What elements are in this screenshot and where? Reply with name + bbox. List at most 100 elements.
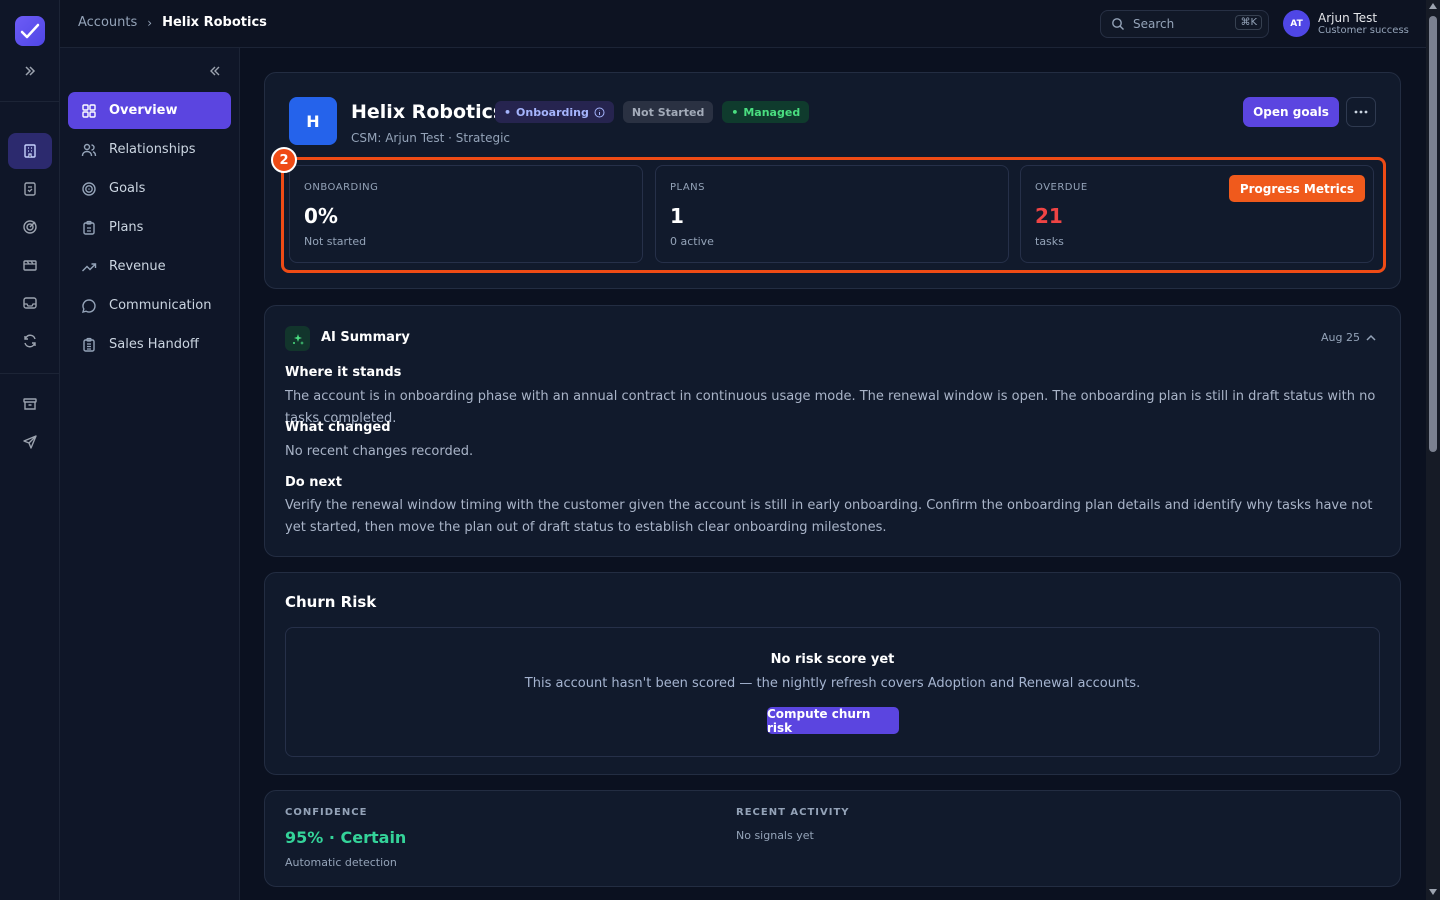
metric-plans: PLANS 1 0 active [655, 165, 1009, 263]
sidebar-item-plans[interactable]: Plans [68, 209, 231, 246]
scrollbar-thumb[interactable] [1429, 16, 1437, 452]
compute-churn-risk-button[interactable]: Compute churn risk [767, 707, 899, 735]
search-icon [1111, 17, 1125, 31]
account-avatar: H [289, 97, 337, 145]
stage-badge[interactable]: • Onboarding [495, 101, 614, 123]
trend-icon [81, 259, 97, 275]
sidebar-item-sales-handoff[interactable]: Sales Handoff [68, 326, 231, 363]
stage-badge-label: Onboarding [516, 105, 589, 119]
sidebar-item-label: Plans [109, 220, 144, 235]
metric-overdue: OVERDUE 21 tasks Progress Metrics [1020, 165, 1374, 263]
users-icon [81, 142, 97, 158]
sidebar: Overview Relationships Goals Plans Reven… [60, 48, 240, 900]
sidebar-item-label: Goals [109, 181, 146, 196]
account-header-card: H Helix Robotics • Onboarding Not Starte… [264, 72, 1401, 289]
ai-summary-date: Aug 25 [1321, 331, 1360, 344]
section-heading: Do next [285, 475, 342, 490]
breadcrumb-separator-icon: › [147, 15, 153, 30]
empty-state-title: No risk score yet [770, 652, 895, 667]
metric-value: 1 [670, 204, 684, 228]
search-shortcut: ⌘K [1235, 15, 1262, 30]
open-goals-button[interactable]: Open goals [1243, 97, 1339, 127]
empty-state-text: This account hasn't been scored — the ni… [524, 676, 1141, 691]
recent-activity-label: RECENT ACTIVITY [736, 807, 850, 818]
sparkles-icon [285, 326, 310, 351]
chat-icon [81, 298, 97, 314]
goals-icon[interactable] [8, 209, 52, 245]
metric-value: 21 [1035, 204, 1063, 228]
ai-summary-card: AI Summary Aug 25 Where it stands The ac… [264, 305, 1401, 557]
confidence-card: CONFIDENCE 95% · Certain Automatic detec… [264, 790, 1401, 887]
target-icon [81, 181, 97, 197]
scroll-down-icon[interactable] [1429, 889, 1437, 895]
clipboard-icon [81, 220, 97, 236]
metric-label: PLANS [670, 182, 705, 193]
clipboard-list-icon [81, 337, 97, 353]
metric-label: ONBOARDING [304, 182, 379, 193]
user-role: Customer success [1318, 24, 1409, 36]
sidebar-item-label: Relationships [109, 142, 196, 157]
app-logo-icon[interactable] [15, 16, 45, 46]
user-name: Arjun Test [1318, 10, 1378, 25]
churn-risk-title: Churn Risk [285, 593, 377, 611]
grid-icon [81, 103, 97, 119]
collapse-sidebar-icon[interactable] [206, 62, 224, 80]
churn-risk-empty-state: No risk score yet This account hasn't be… [285, 627, 1380, 757]
metric-subtext: tasks [1035, 235, 1064, 248]
annotation-marker: 2 [271, 147, 297, 173]
section-text: The account is in onboarding phase with … [285, 389, 1376, 426]
more-options-button[interactable] [1346, 97, 1376, 127]
sidebar-item-label: Overview [109, 103, 178, 118]
sidebar-item-overview[interactable]: Overview [68, 92, 231, 129]
section-text: No recent changes recorded. [285, 444, 474, 459]
account-badges: • Onboarding Not Started • Managed [495, 101, 810, 123]
confidence-subtext: Automatic detection [285, 856, 397, 869]
user-menu[interactable]: AT Arjun Test Customer success [1283, 10, 1409, 37]
chevron-up-icon[interactable] [1365, 332, 1377, 344]
more-icon [1354, 110, 1368, 114]
page-scrollbar[interactable] [1426, 0, 1440, 900]
type-badge-label: Managed [743, 105, 801, 119]
metric-label: OVERDUE [1035, 182, 1088, 193]
breadcrumb-current: Helix Robotics [162, 15, 267, 30]
accounts-icon[interactable] [8, 133, 52, 169]
avatar[interactable]: AT [1283, 10, 1310, 37]
archive-icon[interactable] [8, 386, 52, 422]
section-text: Verify the renewal window timing with th… [285, 498, 1373, 535]
search-input[interactable]: Search ⌘K [1100, 10, 1269, 38]
metric-subtext: Not started [304, 235, 367, 248]
account-name: Helix Robotics [351, 101, 505, 123]
account-subtitle: CSM: Arjun Test · Strategic [351, 131, 511, 145]
sidebar-item-goals[interactable]: Goals [68, 170, 231, 207]
confidence-value: 95% · Certain [285, 828, 407, 847]
top-bar: Accounts › Helix Robotics Search ⌘K AT A… [60, 0, 1426, 48]
recent-activity-text: No signals yet [736, 829, 814, 842]
tasks-icon[interactable] [8, 171, 52, 207]
scroll-up-icon[interactable] [1429, 3, 1437, 9]
churn-risk-card: Churn Risk No risk score yet This accoun… [264, 572, 1401, 775]
sync-icon[interactable] [8, 323, 52, 359]
info-icon [594, 107, 605, 118]
confidence-label: CONFIDENCE [285, 807, 368, 818]
expand-rail-icon[interactable] [19, 61, 41, 81]
ai-summary-title: AI Summary [321, 330, 410, 345]
sidebar-item-label: Sales Handoff [109, 337, 199, 352]
inbox-icon[interactable] [8, 285, 52, 321]
sidebar-item-label: Revenue [109, 259, 166, 274]
sidebar-item-revenue[interactable]: Revenue [68, 248, 231, 285]
metric-subtext: 0 active [670, 235, 714, 248]
metric-value: 0% [304, 204, 338, 228]
sprints-icon[interactable] [8, 247, 52, 283]
metric-onboarding: ONBOARDING 0% Not started [289, 165, 643, 263]
icon-rail [0, 0, 60, 900]
sidebar-nav: Overview Relationships Goals Plans Reven… [68, 92, 231, 365]
send-icon[interactable] [8, 424, 52, 460]
sidebar-item-relationships[interactable]: Relationships [68, 131, 231, 168]
section-heading: What changed [285, 420, 391, 435]
progress-metrics-tag: Progress Metrics [1228, 175, 1365, 202]
sidebar-item-label: Communication [109, 298, 212, 313]
breadcrumb-accounts[interactable]: Accounts [78, 15, 137, 30]
type-badge: • Managed [722, 101, 810, 123]
search-placeholder: Search [1133, 17, 1175, 31]
sidebar-item-communication[interactable]: Communication [68, 287, 231, 324]
